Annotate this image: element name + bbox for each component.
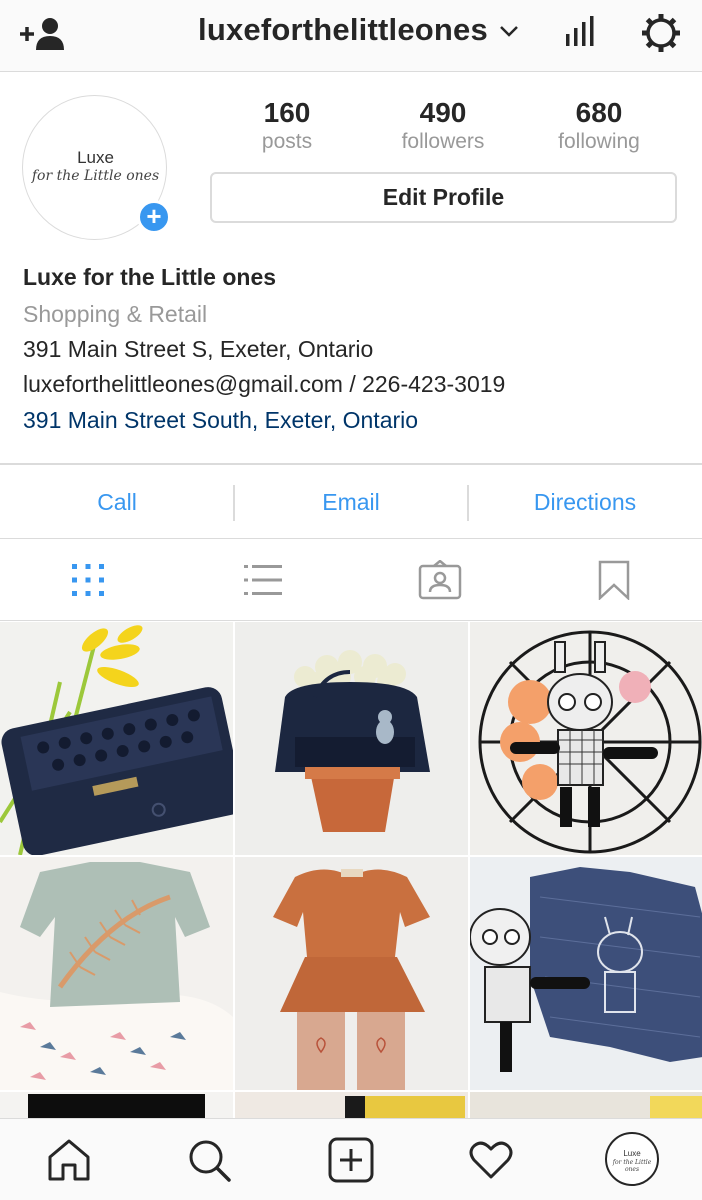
profile-address: 391 Main Street S, Exeter, Ontario xyxy=(23,336,374,362)
profile-category: Shopping & Retail xyxy=(23,301,208,327)
photo-detail xyxy=(650,1096,702,1118)
tagged-icon[interactable] xyxy=(418,560,462,600)
post-thumbnail[interactable] xyxy=(0,857,233,1090)
saved-icon[interactable] xyxy=(597,560,631,600)
directions-button[interactable]: Directions xyxy=(468,465,702,539)
following-label: following xyxy=(558,130,640,153)
bottom-avatar-line2: for the Little ones xyxy=(612,1159,652,1173)
avatar-text-line1: Luxe xyxy=(77,148,114,167)
followers-stat[interactable]: 490 followers xyxy=(368,96,518,154)
edit-profile-button[interactable]: Edit Profile xyxy=(210,172,677,223)
chevron-down-icon[interactable] xyxy=(498,22,520,40)
avatar-text-line2: for the Little ones xyxy=(31,168,160,184)
gear-icon[interactable] xyxy=(640,12,682,54)
add-story-plus-icon[interactable]: + xyxy=(137,200,171,234)
post-thumbnail[interactable] xyxy=(235,622,468,855)
list-view-icon[interactable] xyxy=(243,560,283,600)
followers-label: followers xyxy=(401,130,485,153)
post-thumbnail[interactable] xyxy=(235,1092,468,1118)
account-username[interactable]: luxeforthelittleones xyxy=(198,12,488,48)
profile-location-link[interactable]: 391 Main Street South, Exeter, Ontario xyxy=(23,402,683,438)
grid-view-icon[interactable] xyxy=(68,560,108,600)
profile-view-tabs xyxy=(0,540,702,621)
search-icon[interactable] xyxy=(186,1137,232,1183)
home-icon[interactable] xyxy=(46,1137,92,1183)
posts-count: 160 xyxy=(263,97,311,128)
followers-count: 490 xyxy=(419,97,467,128)
post-thumbnail[interactable] xyxy=(0,622,233,855)
new-post-icon[interactable] xyxy=(328,1137,374,1183)
bottom-avatar-line1: Luxe xyxy=(623,1149,641,1158)
profile-bio: Luxe for the Little ones Shopping & Reta… xyxy=(23,262,683,438)
following-stat[interactable]: 680 following xyxy=(524,96,674,154)
post-thumbnail[interactable] xyxy=(470,1092,702,1118)
profile-name: Luxe for the Little ones xyxy=(23,264,277,290)
post-thumbnail[interactable] xyxy=(470,622,702,855)
top-bar: luxeforthelittleones xyxy=(0,0,702,72)
post-thumbnail[interactable] xyxy=(470,857,702,1090)
email-button[interactable]: Email xyxy=(234,465,468,539)
photo-detail xyxy=(345,1096,365,1118)
post-grid xyxy=(0,622,702,1118)
following-count: 680 xyxy=(575,97,623,128)
add-user-icon[interactable] xyxy=(18,14,66,54)
post-thumbnail[interactable] xyxy=(0,1092,233,1118)
photo-detail xyxy=(28,1094,205,1118)
call-button[interactable]: Call xyxy=(0,465,234,539)
profile-contact: luxeforthelittleones@gmail.com / 226-423… xyxy=(23,371,506,397)
posts-label: posts xyxy=(261,130,313,153)
bottom-nav: Luxe for the Little ones xyxy=(0,1118,702,1200)
insights-icon[interactable] xyxy=(564,14,598,48)
profile-avatar-icon[interactable]: Luxe for the Little ones xyxy=(605,1132,659,1186)
activity-heart-icon[interactable] xyxy=(468,1137,514,1183)
contact-actions: Call Email Directions xyxy=(0,463,702,539)
post-thumbnail[interactable] xyxy=(235,857,468,1090)
posts-stat[interactable]: 160 posts xyxy=(212,96,362,154)
